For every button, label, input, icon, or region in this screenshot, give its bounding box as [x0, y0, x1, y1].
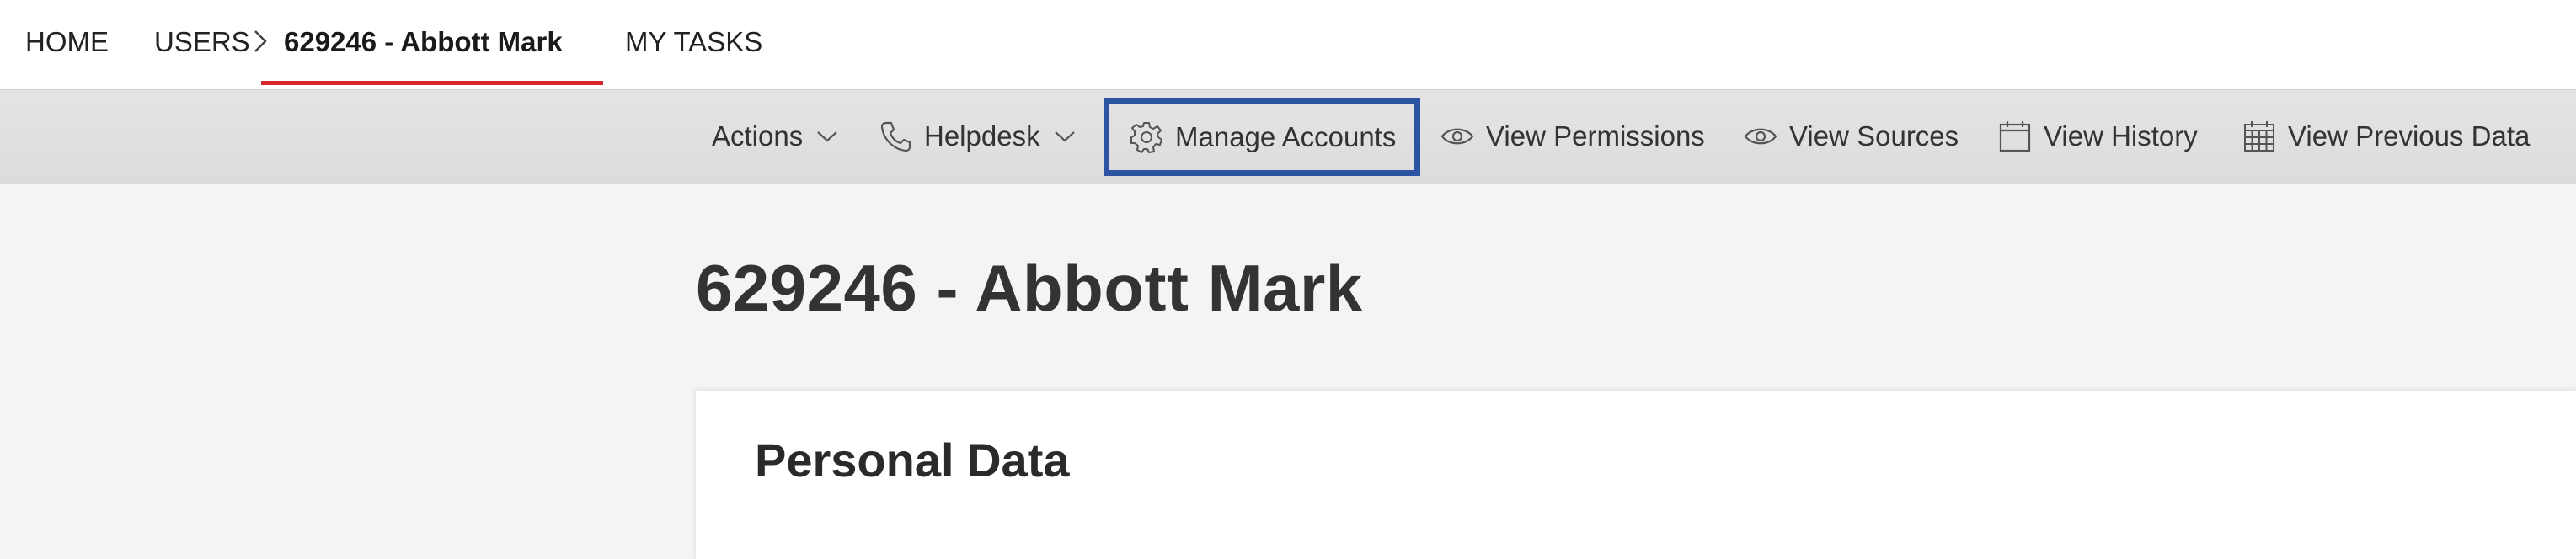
- chevron-down-icon: [1054, 131, 1075, 142]
- view-history-button[interactable]: View History: [1998, 90, 2198, 183]
- view-permissions-button[interactable]: View Permissions: [1440, 90, 1705, 183]
- eye-icon: [1744, 128, 1777, 145]
- phone-icon: [880, 121, 911, 152]
- actions-menu-button[interactable]: Actions: [712, 90, 838, 183]
- helpdesk-menu-button[interactable]: Helpdesk: [879, 90, 1076, 183]
- manage-accounts-button[interactable]: Manage Accounts: [1104, 98, 1421, 176]
- manage-accounts-label: Manage Accounts: [1175, 121, 1397, 152]
- view-previous-data-button[interactable]: View Previous Data: [2242, 90, 2530, 183]
- nav-current-user-tab[interactable]: 629246 - Abbott Mark: [284, 25, 563, 59]
- nav-my-tasks-link[interactable]: MY TASKS: [625, 25, 762, 59]
- view-sources-label: View Sources: [1789, 120, 1959, 152]
- actions-label: Actions: [712, 120, 804, 152]
- view-permissions-label: View Permissions: [1486, 120, 1705, 152]
- calendar-icon: [1999, 121, 2031, 152]
- view-sources-button[interactable]: View Sources: [1744, 90, 1959, 183]
- chevron-down-icon: [817, 131, 837, 142]
- nav-home-link[interactable]: HOME: [25, 25, 109, 59]
- gear-icon: [1130, 122, 1162, 153]
- view-history-label: View History: [2044, 120, 2198, 152]
- card-title: Personal Data: [755, 434, 1070, 487]
- calendar-grid-icon: [2244, 121, 2274, 152]
- page-title: 629246 - Abbott Mark: [696, 251, 1363, 325]
- command-bar: Actions Helpdesk Manage Accounts View Pe…: [0, 89, 2576, 184]
- breadcrumb-chevron-right-icon: [254, 30, 267, 52]
- helpdesk-label: Helpdesk: [924, 120, 1040, 152]
- top-navigation: HOME USERS 629246 - Abbott Mark MY TASKS: [0, 0, 2576, 89]
- personal-data-card: Personal Data: [696, 391, 2576, 559]
- view-previous-data-label: View Previous Data: [2288, 120, 2531, 152]
- active-tab-underline: [261, 81, 603, 85]
- eye-icon: [1440, 128, 1474, 145]
- nav-users-link[interactable]: USERS: [154, 25, 250, 59]
